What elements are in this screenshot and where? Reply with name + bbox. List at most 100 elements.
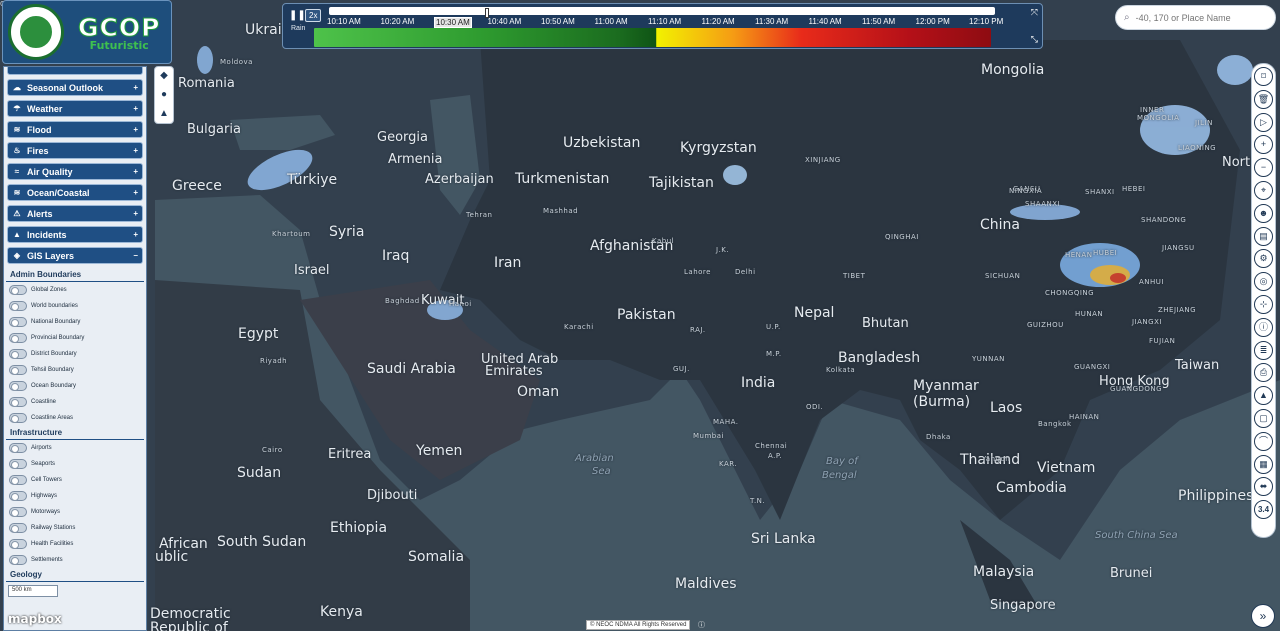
play-icon[interactable]: ▷ bbox=[1254, 112, 1273, 132]
toggle-switch[interactable] bbox=[9, 333, 27, 343]
toggle-switch[interactable] bbox=[9, 459, 27, 469]
category-partial-button[interactable] bbox=[7, 67, 143, 75]
location-icon[interactable]: ● bbox=[161, 89, 167, 101]
toggle-switch[interactable] bbox=[9, 507, 27, 517]
layer-toggle-row[interactable]: Ocean Boundary bbox=[4, 378, 146, 394]
timeline-time-label[interactable]: 11:20 AM bbox=[702, 17, 735, 26]
toggle-switch[interactable] bbox=[9, 413, 27, 423]
layer-toggle-row[interactable]: Coastline Areas bbox=[4, 410, 146, 426]
layer-toggle-row[interactable]: Health Facilities bbox=[4, 536, 146, 552]
search-box[interactable]: ⌕ bbox=[1115, 5, 1276, 30]
layer-toggle-row[interactable]: World boundaries bbox=[4, 298, 146, 314]
app-logo[interactable]: GCOP Futuristic bbox=[2, 0, 172, 64]
layer-toggle-row[interactable]: Seaports bbox=[4, 456, 146, 472]
timeline-time-label[interactable]: 11:00 AM bbox=[595, 17, 628, 26]
shrink-icon[interactable]: ⤡ bbox=[1031, 34, 1038, 45]
timeline-track[interactable] bbox=[329, 7, 995, 18]
layer-toggle-row[interactable]: Coastline bbox=[4, 394, 146, 410]
category-button-weather[interactable]: ☂ Weather + bbox=[7, 100, 143, 117]
layer-toggle-row[interactable]: Highways bbox=[4, 488, 146, 504]
toggle-switch[interactable] bbox=[9, 301, 27, 311]
toggle-switch[interactable] bbox=[9, 381, 27, 391]
category-button-air-quality[interactable]: ≈ Air Quality + bbox=[7, 163, 143, 180]
collapse-panel-button[interactable]: » bbox=[1251, 604, 1275, 628]
measure-icon[interactable]: ⬌ bbox=[1254, 477, 1273, 497]
info-icon[interactable]: ⓘ bbox=[1254, 317, 1273, 337]
settings-icon[interactable]: ⚙ bbox=[1254, 249, 1273, 269]
category-button-flood[interactable]: ≋ Flood + bbox=[7, 121, 143, 138]
mountain-icon[interactable]: ▲ bbox=[1254, 386, 1273, 406]
toggle-switch[interactable] bbox=[9, 555, 27, 565]
layer-toggle-row[interactable]: Global Zones bbox=[4, 282, 146, 298]
chat-icon[interactable]: ▢ bbox=[1254, 408, 1273, 428]
trash-icon[interactable]: 🗑 bbox=[1254, 89, 1273, 109]
fullscreen-icon[interactable]: ⌑ bbox=[1254, 67, 1273, 86]
zoom-out-icon[interactable]: − bbox=[1254, 158, 1273, 178]
layers-sidebar[interactable]: ☁ Seasonal Outlook + ☂ Weather + ≋ Flood + ♨ Fires… bbox=[3, 66, 147, 631]
rain-intensity-bar[interactable] bbox=[314, 28, 991, 47]
category-button-alerts[interactable]: ⚠ Alerts + bbox=[7, 205, 143, 222]
layer-toggle-row[interactable]: Provincial Boundary bbox=[4, 330, 146, 346]
toggle-switch[interactable] bbox=[9, 523, 27, 533]
timeline-time-label[interactable]: 11:30 AM bbox=[755, 17, 788, 26]
category-label: Fires bbox=[27, 145, 49, 156]
pause-icon[interactable]: ❚❚ bbox=[289, 10, 306, 21]
expand-icon[interactable]: ⤧ bbox=[1031, 7, 1038, 18]
compass-icon[interactable]: ⌖ bbox=[1254, 180, 1273, 200]
timeline-time-label[interactable]: 10:30 AM bbox=[434, 17, 472, 28]
layer-toggle-row[interactable]: Tehsil Boundary bbox=[4, 362, 146, 378]
category-button-fires[interactable]: ♨ Fires + bbox=[7, 142, 143, 159]
speed-button[interactable]: 2x bbox=[305, 9, 322, 22]
category-button-seasonal-outlook[interactable]: ☁ Seasonal Outlook + bbox=[7, 79, 143, 96]
layer-toggle-row[interactable]: National Boundary bbox=[4, 314, 146, 330]
toggle-switch[interactable] bbox=[9, 349, 27, 359]
category-button-incidents[interactable]: ▲ Incidents + bbox=[7, 226, 143, 243]
timeline-time-label[interactable]: 12:10 PM bbox=[969, 17, 1003, 26]
info-icon[interactable]: ⓘ bbox=[698, 620, 705, 630]
warning-icon[interactable]: ▲ bbox=[159, 108, 169, 120]
search-input[interactable] bbox=[1135, 12, 1256, 23]
mapbox-logo[interactable]: mapbox bbox=[8, 612, 62, 626]
timeline-time-label[interactable]: 11:40 AM bbox=[809, 17, 842, 26]
timeline-time-label[interactable]: 10:50 AM bbox=[541, 17, 575, 26]
timeline-time-label[interactable]: 11:10 AM bbox=[648, 17, 681, 26]
timeline-time-label[interactable]: 10:10 AM bbox=[327, 17, 361, 26]
category-button-ocean-coastal[interactable]: ≋ Ocean/Coastal + bbox=[7, 184, 143, 201]
layer-toggle-row[interactable]: District Boundary bbox=[4, 346, 146, 362]
timeline-time-label[interactable]: 10:40 AM bbox=[488, 17, 522, 26]
user-icon[interactable]: ☻ bbox=[1254, 203, 1273, 223]
map-canvas[interactable] bbox=[0, 0, 1280, 631]
layer-toggle-row[interactable]: Railway Stations bbox=[4, 520, 146, 536]
print-icon[interactable]: ⎙ bbox=[1254, 363, 1273, 383]
legend-icon[interactable]: ▤ bbox=[1254, 226, 1273, 246]
toggle-switch[interactable] bbox=[9, 539, 27, 549]
grid-icon[interactable]: ▦ bbox=[1254, 454, 1273, 474]
brand-text: GCOP Futuristic bbox=[77, 12, 160, 52]
timeline-time-label[interactable]: 11:50 AM bbox=[862, 17, 895, 26]
timeline-time-label[interactable]: 10:20 AM bbox=[381, 17, 415, 26]
category-icon: ☂ bbox=[13, 104, 21, 113]
layers-icon[interactable]: ≣ bbox=[1254, 340, 1273, 360]
toggle-switch[interactable] bbox=[9, 491, 27, 501]
geology-radius-input[interactable]: 500 km bbox=[8, 585, 58, 597]
layers-toggle-icon[interactable]: ◆ bbox=[160, 70, 168, 82]
toggle-switch[interactable] bbox=[9, 397, 27, 407]
locate-icon[interactable]: ⊹ bbox=[1254, 294, 1273, 314]
zoom-in-icon[interactable]: + bbox=[1254, 135, 1273, 155]
timeline-time-label[interactable]: 12:00 PM bbox=[916, 17, 950, 26]
layer-toggle-row[interactable]: Airports bbox=[4, 440, 146, 456]
toggle-switch[interactable] bbox=[9, 317, 27, 327]
toggle-switch[interactable] bbox=[9, 475, 27, 485]
gis-layers-button[interactable]: ◈ GIS Layers – bbox=[7, 247, 143, 264]
toggle-switch[interactable] bbox=[9, 285, 27, 295]
layer-toggle-row[interactable]: Cell Towers bbox=[4, 472, 146, 488]
layer-toggle-row[interactable]: Motorways bbox=[4, 504, 146, 520]
admin-boundaries-header: Admin Boundaries bbox=[6, 268, 144, 282]
expand-plus-icon: + bbox=[133, 230, 138, 239]
layer-toggle-row[interactable]: Settlements bbox=[4, 552, 146, 568]
sidebar-mini-controls: ◆ ● ▲ bbox=[154, 66, 174, 124]
toggle-switch[interactable] bbox=[9, 443, 27, 453]
globe-icon[interactable]: ◎ bbox=[1254, 272, 1273, 292]
toggle-switch[interactable] bbox=[9, 365, 27, 375]
chart-icon[interactable]: ⌒ bbox=[1254, 431, 1273, 451]
